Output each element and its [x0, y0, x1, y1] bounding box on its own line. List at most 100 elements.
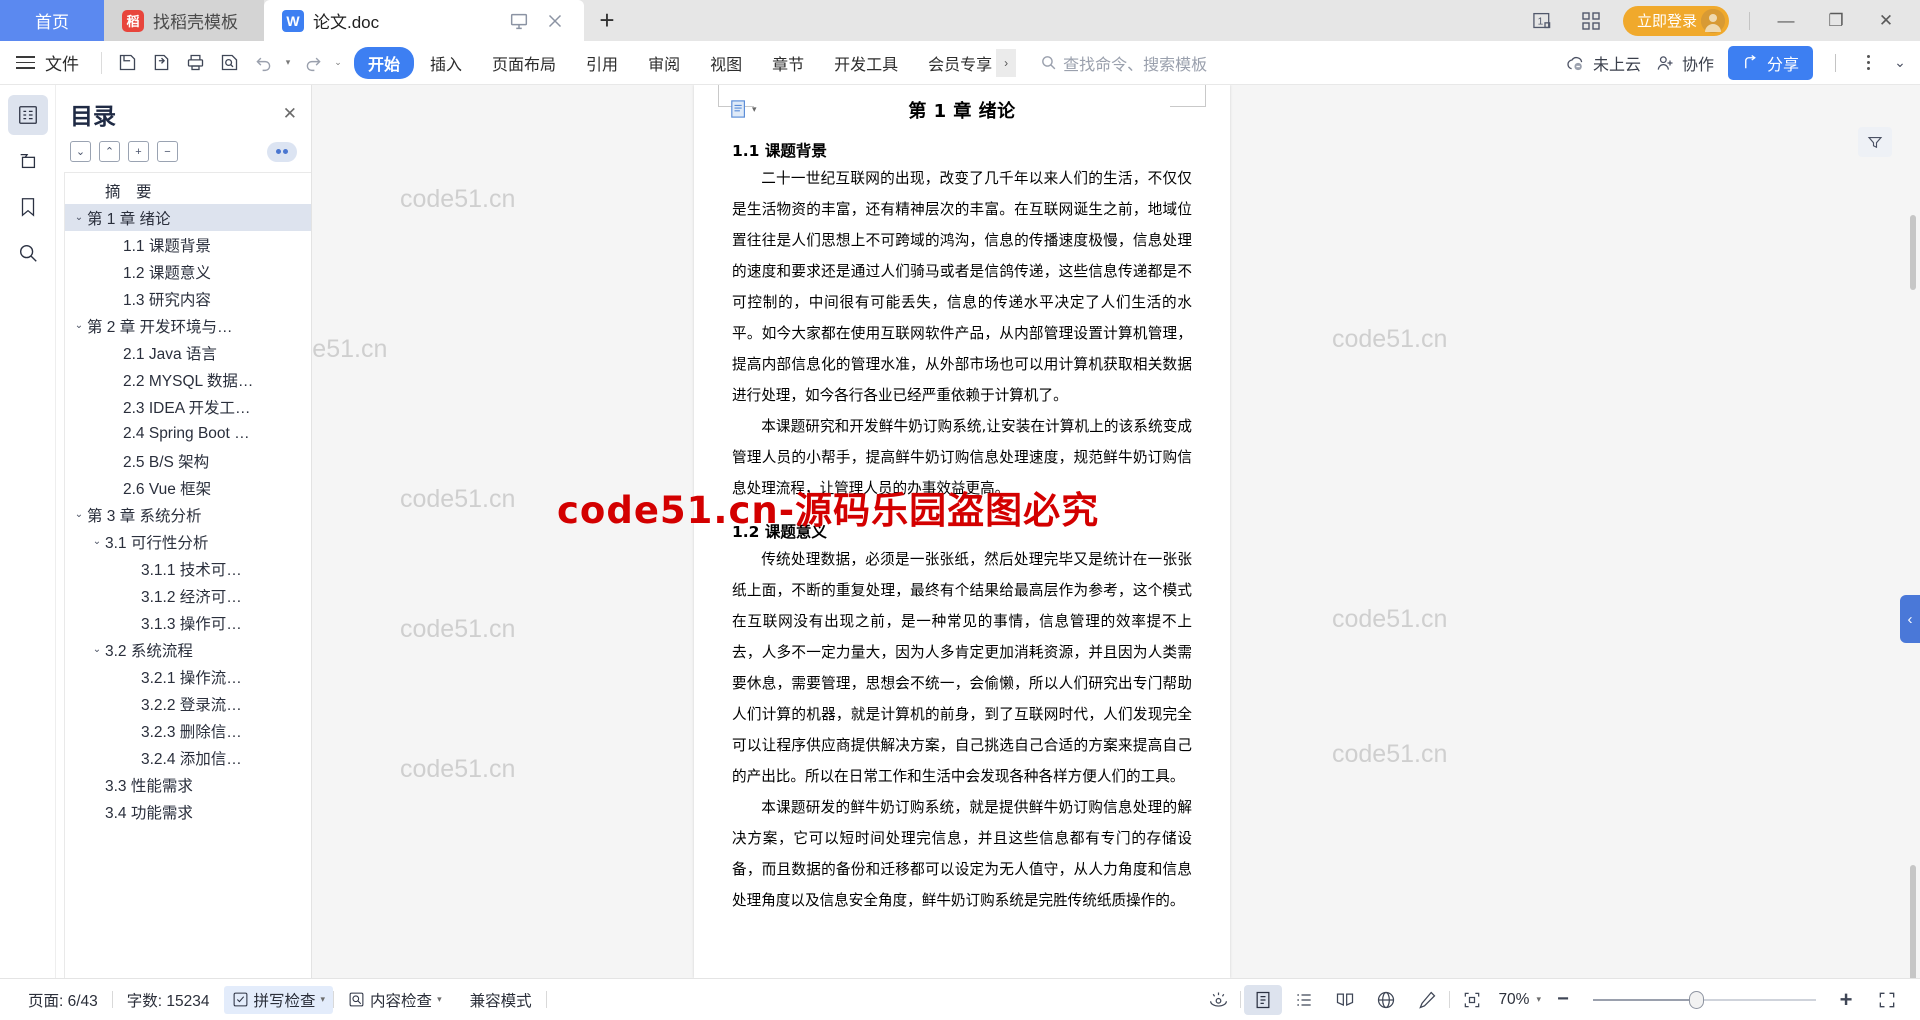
chevron-down-icon[interactable]: ⌄: [71, 212, 87, 223]
toc-item[interactable]: 3.2.4 添加信…: [65, 744, 311, 771]
tab-document[interactable]: W 论文.doc: [264, 0, 584, 41]
web-view-icon[interactable]: [1367, 985, 1405, 1015]
quick-access-more-caret-icon[interactable]: ⌄: [330, 46, 346, 80]
ribbon-tab-review[interactable]: 审阅: [634, 47, 694, 79]
apps-grid-icon[interactable]: [1571, 5, 1611, 37]
toc-item[interactable]: ⌄ 第 1 章 绪论: [65, 204, 311, 231]
tab-docer-template[interactable]: 稻 找稻壳模板: [104, 0, 264, 41]
page-count-icon[interactable]: 1: [1525, 5, 1565, 37]
collaborate-button[interactable]: 协作: [1655, 51, 1714, 75]
rail-item-bookmark[interactable]: [8, 187, 48, 227]
minimize-button[interactable]: —: [1764, 4, 1808, 38]
page-indicator[interactable]: 页面: 6/43: [14, 989, 112, 1011]
toc-item[interactable]: ⌄ 3.2 系统流程: [65, 636, 311, 663]
toc-item[interactable]: 3.3 性能需求: [65, 771, 311, 798]
new-tab-button[interactable]: +: [584, 0, 630, 41]
toc-item[interactable]: 2.4 Spring Boot …: [65, 420, 311, 447]
print-preview-icon[interactable]: [212, 46, 246, 80]
read-view-icon[interactable]: [1326, 985, 1364, 1015]
expand-all-icon[interactable]: +: [128, 141, 149, 162]
close-icon[interactable]: [544, 10, 566, 32]
word-count[interactable]: 字数: 15234: [113, 989, 224, 1011]
zoom-slider-knob[interactable]: [1689, 990, 1704, 1009]
undo-icon[interactable]: [246, 46, 280, 80]
ribbon-tab-developer[interactable]: 开发工具: [820, 47, 912, 79]
redo-icon[interactable]: [296, 46, 330, 80]
document-page[interactable]: ▾ 第 1 章 绪论 1.1 课题背景 二十一世纪互联网的出现，改变了几千年以来…: [694, 85, 1230, 978]
zoom-out-button[interactable]: −: [1544, 985, 1582, 1015]
page-view-icon[interactable]: [1244, 984, 1283, 1015]
toc-item[interactable]: ⌄ 3.1 可行性分析: [65, 528, 311, 555]
ribbon-overflow-caret-icon[interactable]: ›: [996, 48, 1017, 77]
toc-item[interactable]: 2.5 B/S 架构: [65, 447, 311, 474]
zoom-slider[interactable]: [1593, 990, 1816, 1009]
toc-item[interactable]: 3.1.2 经济可…: [65, 582, 311, 609]
close-navigation-icon[interactable]: ✕: [283, 104, 297, 124]
print-icon[interactable]: [178, 46, 212, 80]
collapse-prev-icon[interactable]: ⌃: [99, 141, 120, 162]
restore-button[interactable]: ❐: [1814, 4, 1858, 38]
toc-item[interactable]: 2.3 IDEA 开发工…: [65, 393, 311, 420]
ribbon-tab-page-layout[interactable]: 页面布局: [478, 47, 570, 79]
toc-item[interactable]: ⌄ 第 2 章 开发环境与…: [65, 312, 311, 339]
toc-item[interactable]: 3.1.1 技术可…: [65, 555, 311, 582]
tab-home[interactable]: 首页: [0, 0, 104, 41]
toc-item[interactable]: 3.1.3 操作可…: [65, 609, 311, 636]
toc-options-toggle[interactable]: [267, 141, 297, 162]
toc-item[interactable]: 2.2 MYSQL 数据…: [65, 366, 311, 393]
collapse-next-icon[interactable]: ⌄: [70, 141, 91, 162]
paste-options-button[interactable]: ▾: [730, 99, 757, 119]
file-menu-button[interactable]: 文件: [0, 50, 93, 75]
collapse-ribbon-caret-icon[interactable]: ⌄: [1892, 46, 1908, 80]
spell-check-button[interactable]: 拼写检查 ▾: [223, 985, 334, 1014]
fit-page-icon[interactable]: [1453, 985, 1491, 1015]
toc-item[interactable]: 1.3 研究内容: [65, 285, 311, 312]
right-panel-toggle[interactable]: ‹: [1900, 595, 1920, 643]
toc-item[interactable]: 3.2.1 操作流…: [65, 663, 311, 690]
focus-eye-icon[interactable]: [1199, 985, 1237, 1015]
chevron-down-icon[interactable]: ⌄: [71, 509, 87, 520]
toc-item[interactable]: 3.4 功能需求: [65, 798, 311, 825]
ribbon-tab-references[interactable]: 引用: [572, 47, 632, 79]
toc-item[interactable]: 2.6 Vue 框架: [65, 474, 311, 501]
toc-item[interactable]: ⌄ 第 3 章 系统分析: [65, 501, 311, 528]
rail-item-pages[interactable]: [8, 141, 48, 181]
login-button[interactable]: 立即登录: [1622, 5, 1729, 36]
collapse-all-icon[interactable]: −: [157, 141, 178, 162]
toc-item[interactable]: 3.2.3 删除信…: [65, 717, 311, 744]
edit-pen-icon[interactable]: [1408, 985, 1446, 1015]
share-button[interactable]: 分享: [1727, 45, 1813, 80]
close-window-button[interactable]: ✕: [1864, 4, 1908, 38]
zoom-dropdown-caret-icon[interactable]: ▾: [1536, 994, 1541, 1005]
chevron-down-icon[interactable]: ▾: [321, 994, 326, 1005]
chevron-down-icon[interactable]: ⌄: [89, 536, 105, 547]
more-options-icon[interactable]: [1858, 55, 1878, 70]
toc-item[interactable]: 3.2.2 登录流…: [65, 690, 311, 717]
chevron-down-icon[interactable]: ▾: [437, 994, 442, 1005]
save-icon[interactable]: [110, 46, 144, 80]
ribbon-tab-insert[interactable]: 插入: [416, 47, 476, 79]
zoom-in-button[interactable]: +: [1827, 985, 1865, 1015]
toc-item[interactable]: 1.2 课题意义: [65, 258, 311, 285]
cloud-status-button[interactable]: 未上云: [1565, 51, 1641, 75]
undo-dropdown-caret-icon[interactable]: ▾: [280, 46, 296, 80]
ribbon-tab-view[interactable]: 视图: [696, 47, 756, 79]
fullscreen-icon[interactable]: [1868, 985, 1906, 1015]
toc-item[interactable]: 2.1 Java 语言: [65, 339, 311, 366]
toc-item[interactable]: 1.1 课题背景: [65, 231, 311, 258]
document-canvas[interactable]: code51.cn code51.cn code51.cn code51.cn …: [312, 85, 1920, 978]
content-check-button[interactable]: 内容检查 ▾: [334, 989, 456, 1011]
toc-list[interactable]: 摘 要 ⌄ 第 1 章 绪论 1.1 课题背景 1.2 课题意义 1.3 研究内容 ⌄ 第 2…: [64, 172, 311, 978]
vertical-scrollbar[interactable]: [1910, 215, 1916, 290]
rail-item-search[interactable]: [8, 233, 48, 273]
comment-filter-button[interactable]: [1858, 127, 1892, 157]
ribbon-tab-home[interactable]: 开始: [354, 46, 415, 79]
save-as-cloud-icon[interactable]: [144, 46, 178, 80]
present-icon[interactable]: [508, 10, 530, 32]
chevron-down-icon[interactable]: ⌄: [89, 644, 105, 655]
chevron-down-icon[interactable]: ⌄: [71, 320, 87, 331]
vertical-scrollbar-thumb[interactable]: [1910, 865, 1916, 978]
outline-view-icon[interactable]: [1285, 985, 1323, 1015]
rail-item-outline[interactable]: [7, 95, 48, 135]
toc-item[interactable]: 摘 要: [65, 177, 311, 204]
